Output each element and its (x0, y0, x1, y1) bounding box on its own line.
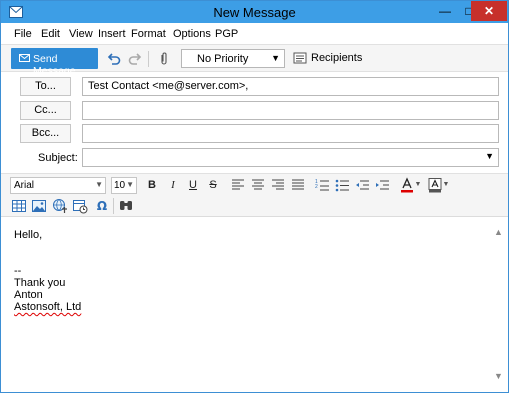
recipients-label: Recipients (311, 52, 363, 64)
menu-insert[interactable]: Insert (98, 28, 126, 40)
special-character-icon[interactable]: Ω (94, 198, 110, 214)
font-size-value: 10 (114, 180, 126, 191)
font-family-value: Arial (14, 180, 35, 191)
cc-field[interactable] (82, 101, 499, 120)
svg-text:2: 2 (315, 184, 318, 190)
bcc-field[interactable] (82, 124, 499, 143)
menu-bar: File Edit View Insert Format Options PGP (1, 24, 508, 44)
justify-icon[interactable] (290, 177, 306, 193)
subject-label: Subject: (38, 152, 78, 164)
table-icon[interactable] (11, 198, 27, 214)
hyperlink-icon[interactable] (52, 198, 68, 214)
image-icon[interactable] (31, 198, 47, 214)
chevron-down-icon[interactable]: ▼ (442, 177, 450, 193)
align-left-icon[interactable] (230, 177, 246, 193)
to-field[interactable]: Test Contact <me@server.com>, (82, 77, 499, 96)
subject-field[interactable]: ▼ (82, 148, 499, 167)
chevron-down-icon[interactable]: ▼ (414, 177, 422, 193)
chevron-down-icon: ▼ (95, 180, 103, 189)
body-line-misspelled: Astonsoft, Ltd (14, 301, 82, 313)
menu-pgp[interactable]: PGP (215, 28, 238, 40)
bold-button[interactable]: B (144, 177, 160, 193)
chevron-down-icon: ▼ (126, 180, 134, 189)
send-message-button[interactable]: Send Message (11, 48, 98, 77)
body-line: Thank you (14, 277, 66, 289)
body-line (14, 253, 478, 265)
redo-icon[interactable] (127, 51, 143, 67)
toolbar-separator (113, 198, 114, 214)
message-window: New Message — □ ✕ File Edit View Insert … (0, 0, 509, 393)
send-message-label: Send Message (33, 53, 76, 77)
chevron-down-icon: ▼ (271, 53, 280, 63)
priority-dropdown[interactable]: No Priority ▼ (181, 49, 285, 68)
menu-format[interactable]: Format (131, 28, 166, 40)
font-size-select[interactable]: 10 ▼ (111, 177, 137, 194)
italic-button[interactable]: I (165, 177, 181, 193)
decrease-indent-icon[interactable] (354, 177, 370, 193)
highlight-color-icon[interactable] (427, 177, 443, 193)
body-line: Anton (14, 289, 43, 301)
body-line: Hello, (14, 229, 43, 241)
formatting-toolbar: Arial ▼ 10 ▼ B I U S 1 2 ▼ ▼ (1, 173, 508, 195)
send-icon (19, 54, 30, 62)
body-line (14, 241, 478, 253)
find-icon[interactable] (118, 198, 134, 214)
to-button[interactable]: To... (20, 77, 71, 96)
vertical-scrollbar[interactable]: ▲ ▼ (491, 218, 508, 392)
date-time-icon[interactable] (72, 198, 88, 214)
text-color-icon[interactable] (399, 177, 415, 193)
increase-indent-icon[interactable] (374, 177, 390, 193)
title-bar[interactable]: New Message — □ ✕ (1, 1, 508, 23)
close-button[interactable]: ✕ (471, 1, 507, 21)
undo-icon[interactable] (106, 51, 122, 67)
toolbar-separator (148, 51, 149, 67)
insert-toolbar: Ω (1, 195, 508, 217)
cc-button[interactable]: Cc... (20, 101, 71, 120)
recipients-button[interactable]: Recipients (293, 51, 363, 67)
attachment-icon[interactable] (156, 51, 172, 67)
numbered-list-icon[interactable]: 1 2 (314, 177, 330, 193)
bullet-list-icon[interactable] (334, 177, 350, 193)
menu-options[interactable]: Options (173, 28, 211, 40)
priority-value: No Priority (197, 53, 249, 65)
main-toolbar: Send Message No Priority ▼ Recipients (1, 44, 508, 77)
align-right-icon[interactable] (270, 177, 286, 193)
address-book-icon (293, 52, 307, 64)
font-family-select[interactable]: Arial ▼ (10, 177, 106, 194)
chevron-down-icon[interactable]: ▼ (485, 151, 494, 161)
message-body-editor[interactable]: Hello, -- Thank you Anton Astonsoft, Ltd (1, 218, 491, 392)
chevron-up-icon[interactable]: ▲ (494, 227, 503, 237)
bcc-button[interactable]: Bcc... (20, 124, 71, 143)
strikethrough-button[interactable]: S (205, 177, 221, 193)
align-center-icon[interactable] (250, 177, 266, 193)
menu-file[interactable]: File (14, 28, 32, 40)
menu-view[interactable]: View (69, 28, 93, 40)
underline-button[interactable]: U (185, 177, 201, 193)
body-line: -- (14, 265, 22, 277)
chevron-down-icon[interactable]: ▼ (494, 371, 503, 381)
menu-edit[interactable]: Edit (41, 28, 60, 40)
